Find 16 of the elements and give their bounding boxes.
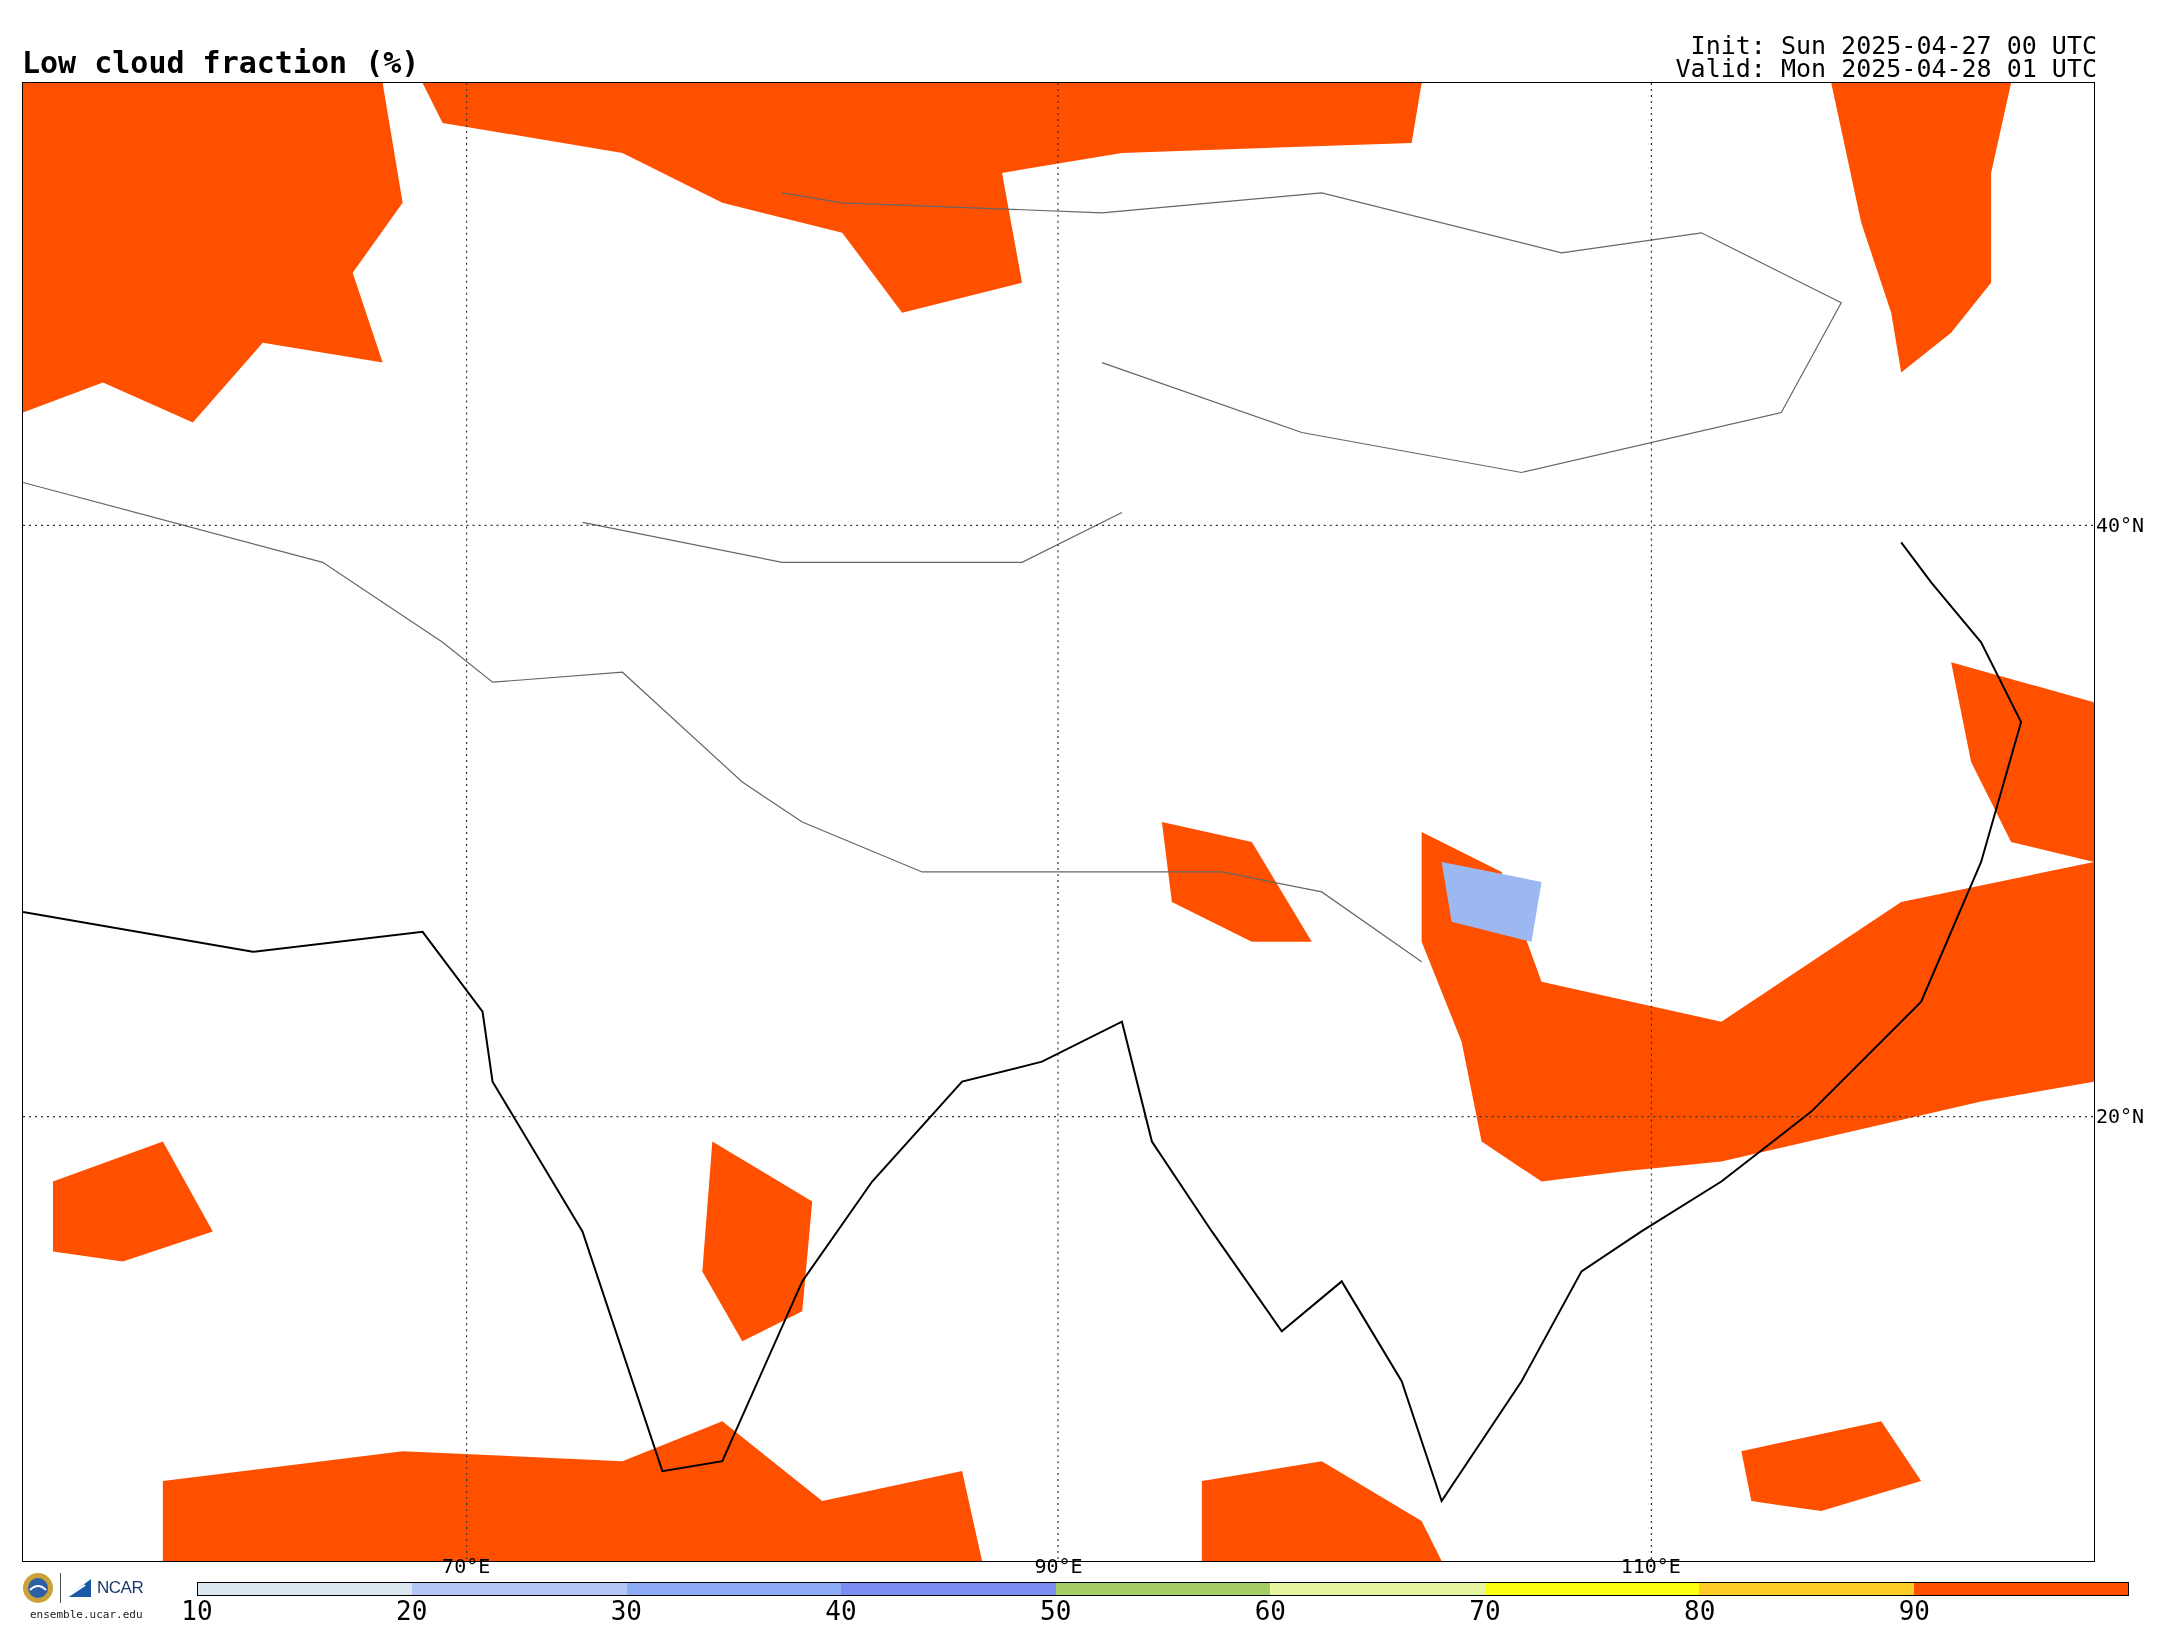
init-time: Init: Sun 2025-04-27 00 UTC — [1690, 34, 2097, 57]
legend-tick-label: 60 — [1254, 1596, 1286, 1626]
map-title: Low cloud fraction (%) — [22, 46, 420, 82]
legend-tick-label: 20 — [396, 1596, 428, 1626]
site-url: ensemble.ucar.edu — [30, 1608, 143, 1621]
legend-tick-label: 40 — [825, 1596, 857, 1626]
legend-tick-label: 90 — [1898, 1596, 1930, 1626]
valid-time: Valid: Mon 2025-04-28 01 UTC — [1675, 57, 2097, 80]
legend-tick-label: 50 — [1040, 1596, 1072, 1626]
legend-tick-label: 80 — [1684, 1596, 1716, 1626]
legend-tick-label: 10 — [181, 1596, 213, 1626]
legend-tick-label: 30 — [610, 1596, 642, 1626]
brand-name: NCAR — [97, 1578, 144, 1598]
legend-tick-label: 70 — [1469, 1596, 1501, 1626]
ncar-logo-icon — [67, 1579, 91, 1597]
emblem-icon — [22, 1572, 54, 1604]
